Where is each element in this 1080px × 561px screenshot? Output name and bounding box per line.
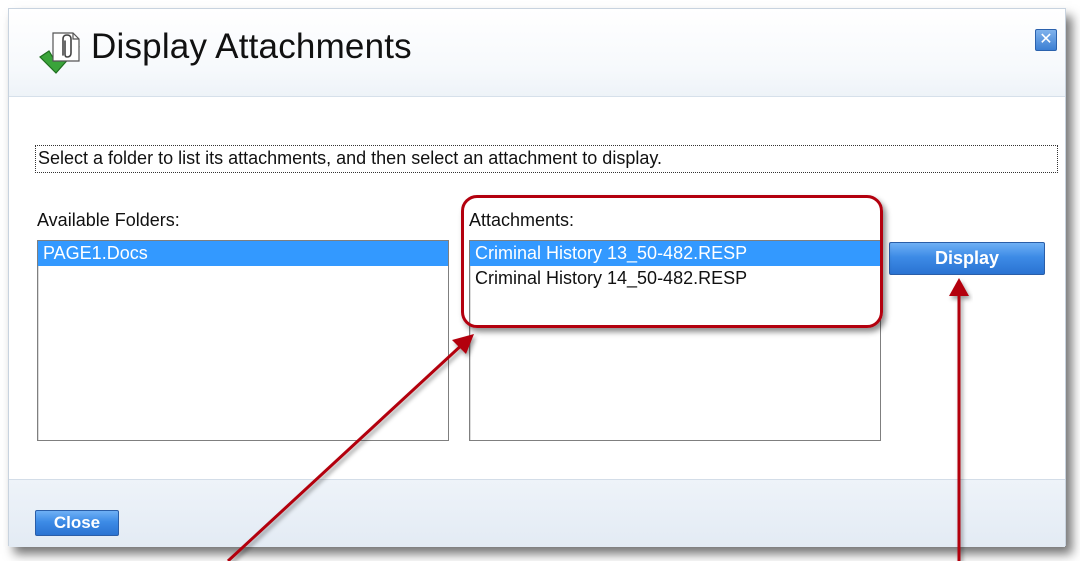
available-folders-label: Available Folders: [37,210,180,230]
attachments-highlight-box [461,195,883,328]
dialog-title: Display Attachments [91,27,412,66]
folders-listbox[interactable]: PAGE1.Docs [37,240,449,441]
screenshot-stage: Display Attachments ✕ Select a folder to… [0,0,1080,561]
folder-item-page1-docs[interactable]: PAGE1.Docs [38,241,448,266]
close-button[interactable]: Close [35,510,119,536]
dialog-title-bar: Display Attachments ✕ [9,9,1065,97]
display-button[interactable]: Display [889,242,1045,275]
close-icon[interactable]: ✕ [1035,29,1057,51]
attachment-icon [39,32,80,74]
dialog-footer: Close [9,479,1065,547]
instruction-text: Select a folder to list its attachments,… [35,145,1058,173]
